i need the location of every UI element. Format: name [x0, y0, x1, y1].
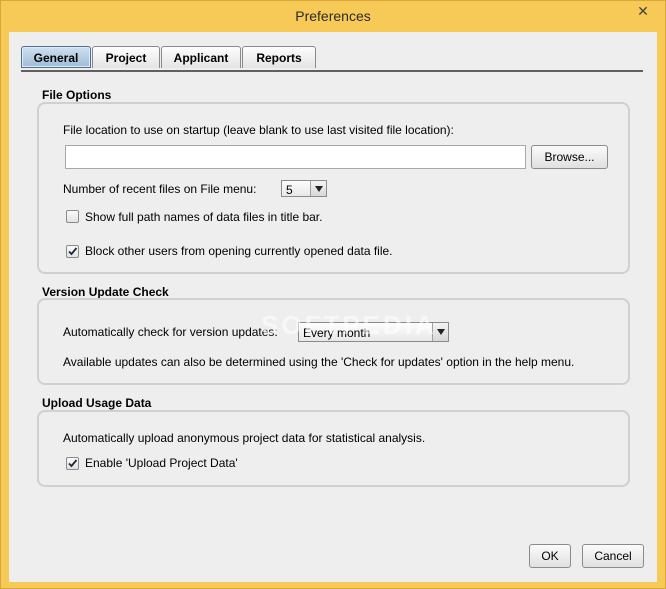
file-options-group: File location to use on startup (leave b… — [37, 102, 630, 274]
update-info-text: Available updates can also be determined… — [63, 355, 575, 369]
show-path-label: Show full path names of data files in ti… — [85, 210, 323, 224]
tab-strip: General Project Applicant Reports — [21, 46, 317, 70]
file-options-title: File Options — [42, 88, 112, 102]
recent-files-value: 5 — [286, 183, 293, 197]
preferences-window: Preferences ✕ General Project Applicant … — [0, 0, 666, 589]
check-icon — [68, 459, 78, 468]
tab-divider — [21, 70, 643, 72]
window-title: Preferences — [295, 8, 371, 24]
title-bar[interactable]: Preferences ✕ — [1, 1, 665, 32]
block-users-checkbox[interactable] — [66, 245, 79, 258]
enable-upload-label: Enable 'Upload Project Data' — [85, 456, 238, 470]
close-button[interactable]: ✕ — [629, 1, 657, 21]
upload-usage-title: Upload Usage Data — [42, 396, 152, 410]
auto-check-label: Automatically check for version updates: — [63, 325, 278, 339]
tab-general[interactable]: General — [21, 46, 91, 68]
version-check-title: Version Update Check — [42, 285, 169, 299]
chevron-down-icon — [310, 181, 326, 196]
enable-upload-checkbox[interactable] — [66, 457, 79, 470]
check-icon — [68, 247, 78, 256]
tab-reports[interactable]: Reports — [242, 46, 316, 68]
block-users-label: Block other users from opening currently… — [85, 244, 393, 258]
browse-button[interactable]: Browse... — [531, 145, 608, 169]
cancel-button[interactable]: Cancel — [582, 544, 644, 568]
show-path-checkbox[interactable] — [66, 210, 79, 223]
tab-applicant[interactable]: Applicant — [161, 46, 241, 68]
upload-usage-group: Automatically upload anonymous project d… — [37, 410, 630, 487]
upload-info-text: Automatically upload anonymous project d… — [63, 431, 426, 445]
ok-button[interactable]: OK — [529, 544, 571, 568]
location-label: File location to use on startup (leave b… — [63, 123, 454, 137]
recent-files-dropdown[interactable]: 5 — [281, 180, 327, 197]
recent-files-label: Number of recent files on File menu: — [63, 182, 257, 196]
tab-project[interactable]: Project — [92, 46, 160, 68]
watermark: SOFTPEDIA — [261, 310, 437, 340]
close-icon: ✕ — [637, 2, 649, 19]
location-field[interactable] — [65, 145, 526, 169]
dialog-body: General Project Applicant Reports File O… — [9, 32, 657, 582]
